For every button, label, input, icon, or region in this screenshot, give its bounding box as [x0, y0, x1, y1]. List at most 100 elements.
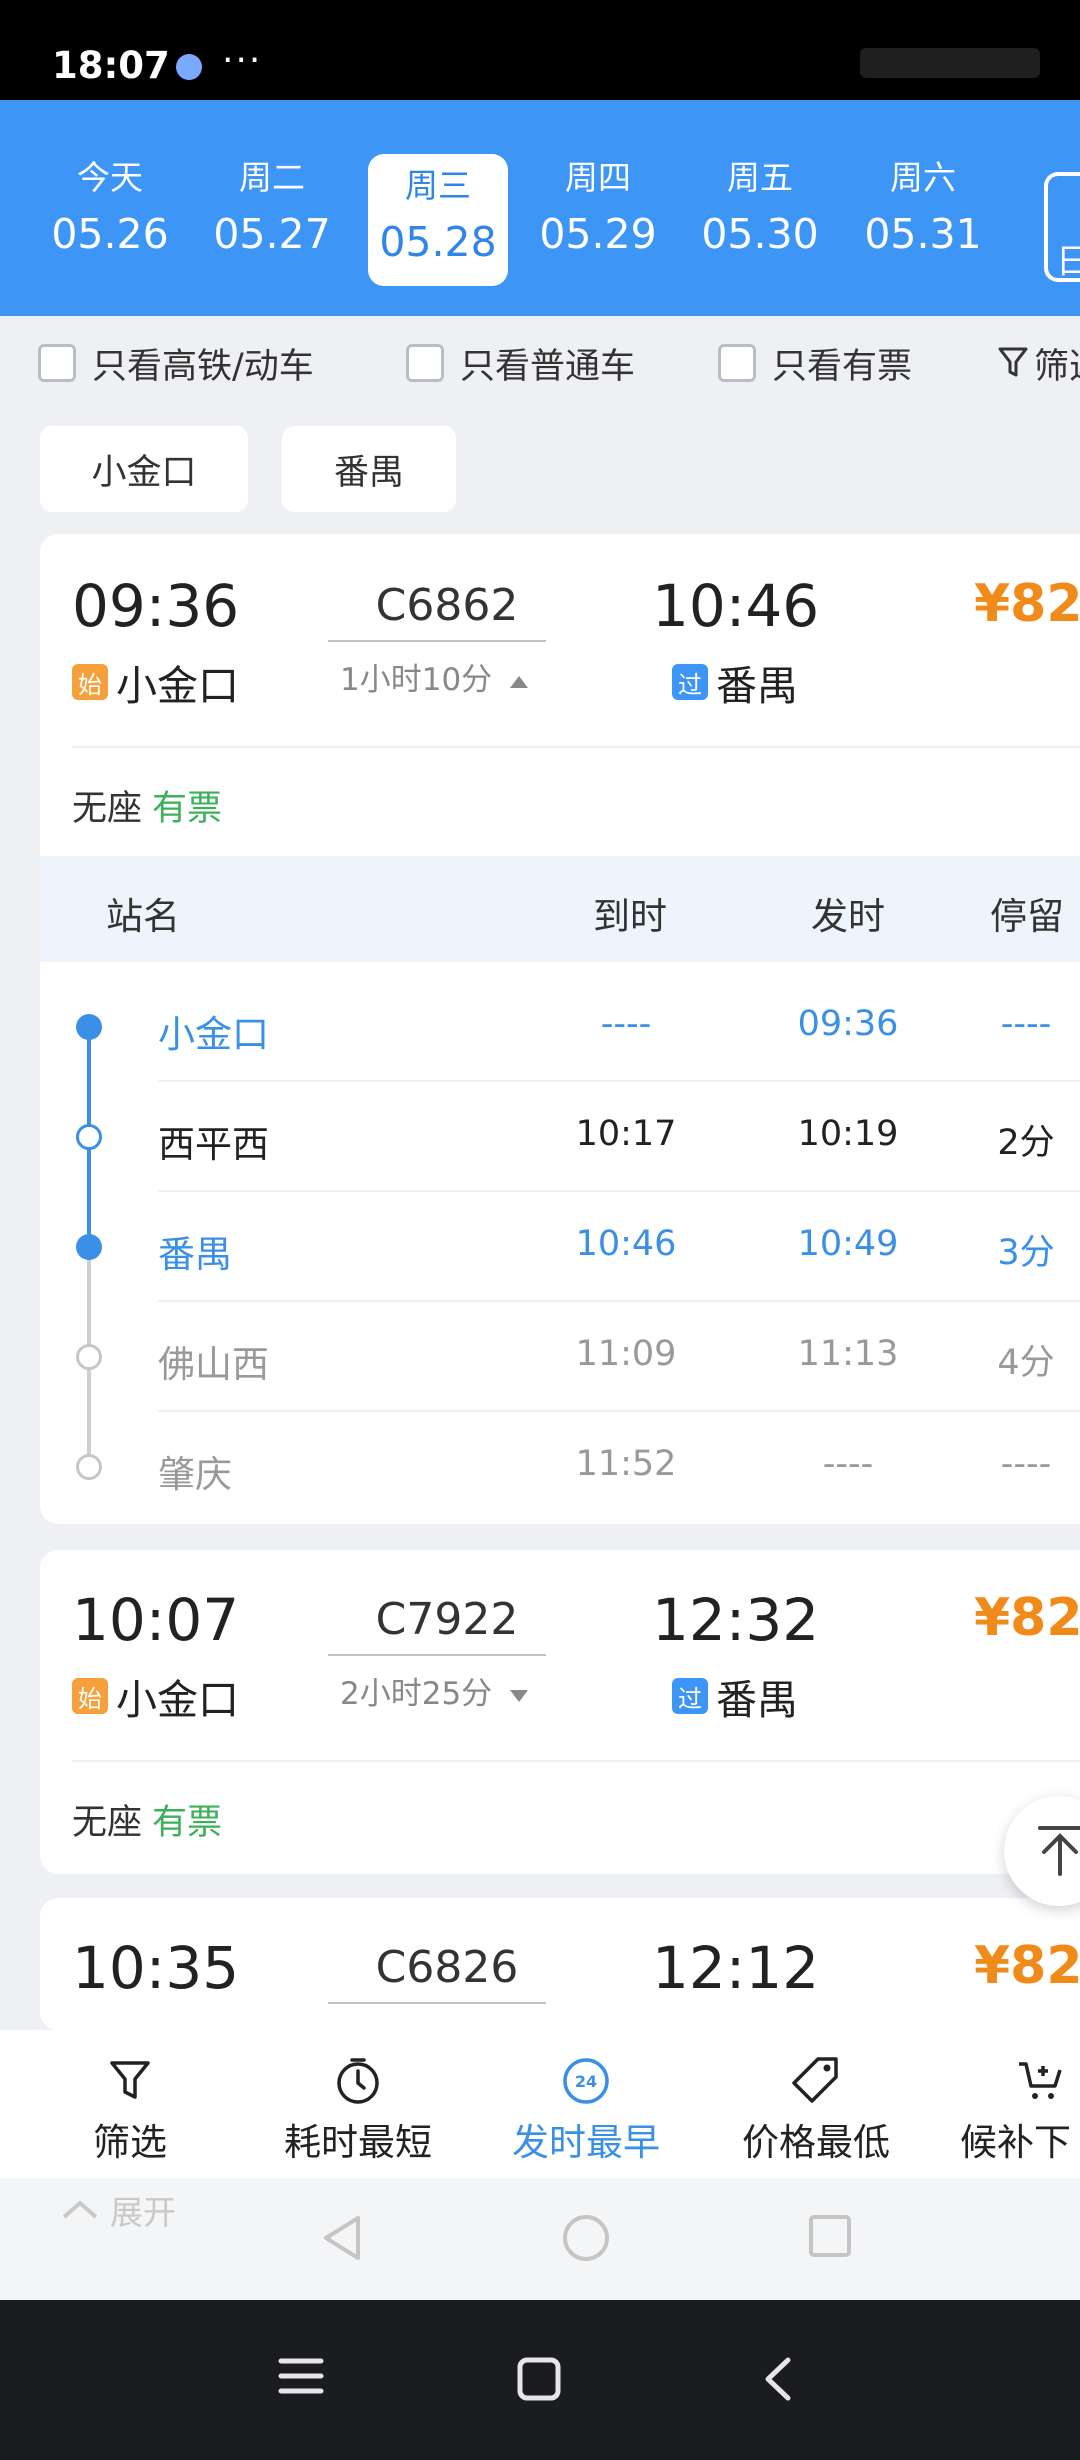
- arrive-time: 12:32: [652, 1586, 820, 1654]
- tab-label: 发时最早: [512, 2121, 660, 2164]
- station-tag-origin[interactable]: 小金口: [40, 426, 248, 512]
- status-app-icon: [176, 54, 202, 80]
- recents-square-icon[interactable]: [808, 2214, 852, 2258]
- caret-down-icon: [510, 1690, 529, 1702]
- divider: [72, 1760, 1080, 1762]
- duration-toggle[interactable]: 1小时10分: [340, 654, 560, 699]
- date-weekday: 周五: [727, 158, 793, 197]
- date-value: 05.26: [51, 210, 169, 258]
- to-station-name: 番禺: [716, 1676, 798, 1724]
- home-square-icon[interactable]: [516, 2356, 562, 2402]
- back-triangle-icon[interactable]: [320, 2214, 364, 2262]
- stop-arrive: 11:52: [575, 1444, 677, 1484]
- checkbox-label: 只看高铁/动车: [92, 346, 314, 387]
- seat-info: 无座 有票: [72, 780, 222, 831]
- checkbox-regular-train[interactable]: 只看普通车: [406, 338, 635, 388]
- checkbox-box[interactable]: [38, 344, 76, 382]
- date-item-selected[interactable]: 周三 05.28: [368, 154, 508, 286]
- date-item[interactable]: 周六 05.31: [853, 156, 993, 264]
- price-value: ¥82: [974, 1588, 1080, 1648]
- stop-depart: ----: [822, 1444, 874, 1484]
- to-station: 过 番禺: [672, 1666, 798, 1726]
- tab-waitlist[interactable]: 候补下: [960, 2050, 1080, 2166]
- route-line: [328, 1654, 546, 1656]
- train-card-expanded[interactable]: 09:36 C6862 1小时10分 10:46 ¥82起 始 小金口 过 番禺…: [40, 534, 1080, 1524]
- seat-info: 无座 有票: [72, 1794, 222, 1845]
- tab-shortest-time[interactable]: 耗时最短: [278, 2050, 438, 2166]
- status-indicators: [860, 48, 1040, 78]
- back-chevron-icon[interactable]: [762, 2356, 794, 2402]
- divider: [72, 746, 1080, 748]
- date-weekday: 周二: [239, 158, 305, 197]
- arrive-time: 10:46: [652, 572, 820, 640]
- stop-stay: ----: [1000, 1444, 1052, 1484]
- date-selector-bar: 今天 05.26 周二 05.27 周三 05.28 周四 05.29 周五 0…: [0, 100, 1080, 316]
- stop-dot: [76, 1124, 102, 1150]
- home-circle-icon[interactable]: [562, 2214, 610, 2262]
- date-weekday: 周四: [565, 158, 631, 197]
- menu-icon[interactable]: [278, 2356, 324, 2396]
- train-card[interactable]: 10:07 C7922 2小时25分 12:32 ¥82起 始 小金口 过 番禺…: [40, 1550, 1080, 1874]
- faded-overlay-bar: 展开: [0, 2178, 1080, 2300]
- date-weekday: 周三: [405, 166, 471, 205]
- checkbox-high-speed[interactable]: 只看高铁/动车: [38, 338, 314, 388]
- duration-text: 2小时25分: [340, 1676, 493, 1712]
- stop-depart: 09:36: [797, 1004, 899, 1044]
- timer-icon: [337, 2058, 379, 2104]
- tab-earliest-depart[interactable]: 24 发时最早: [506, 2050, 666, 2166]
- date-value: 05.28: [379, 218, 497, 266]
- stop-arrive: 11:09: [575, 1334, 677, 1374]
- checkbox-box[interactable]: [718, 344, 756, 382]
- from-station-name: 小金口: [116, 1676, 239, 1724]
- calendar-label: 日: [1056, 242, 1080, 282]
- calendar-button[interactable]: 日: [1044, 172, 1080, 282]
- status-more-icon: ···: [222, 40, 263, 81]
- stop-depart: 10:49: [797, 1224, 899, 1264]
- tab-lowest-price[interactable]: 价格最低: [736, 2050, 896, 2166]
- stop-name: 小金口: [158, 1013, 269, 1056]
- station-tag-destination[interactable]: 番禺: [282, 426, 456, 512]
- clock-24-text: 24: [575, 2072, 597, 2091]
- stop-arrive: 10:17: [575, 1114, 677, 1154]
- stop-dot: [76, 1454, 102, 1480]
- stop-dot: [76, 1234, 102, 1260]
- stop-name: 西平西: [158, 1123, 269, 1166]
- price-value: ¥82: [974, 1936, 1080, 1996]
- train-card[interactable]: 10:35 C6826 12:12 ¥82起: [40, 1898, 1080, 2030]
- duration-toggle[interactable]: 2小时25分: [340, 1668, 560, 1713]
- date-value: 05.27: [213, 210, 331, 258]
- depart-time: 10:35: [72, 1934, 240, 2002]
- expand-toggle[interactable]: 展开: [60, 2186, 176, 2234]
- tab-label: 价格最低: [742, 2121, 890, 2164]
- stop-row: 小金口 ---- 09:36 ----: [40, 972, 1080, 1082]
- system-nav-bar: [0, 2300, 1080, 2460]
- tab-filter[interactable]: 筛选: [50, 2050, 210, 2166]
- stop-row: 番禺 10:46 10:49 3分: [40, 1192, 1080, 1302]
- stops-table-header: 站名 到时 发时 停留: [40, 856, 1080, 962]
- col-station-name: 站名: [106, 895, 180, 938]
- date-item[interactable]: 今天 05.26: [40, 156, 180, 264]
- date-item[interactable]: 周五 05.30: [690, 156, 830, 264]
- tab-label: 筛选: [93, 2121, 167, 2164]
- seat-status: 有票: [152, 789, 223, 829]
- caret-up-icon: [510, 676, 529, 688]
- date-item[interactable]: 周二 05.27: [202, 156, 342, 264]
- tab-label: 耗时最短: [284, 2121, 432, 2164]
- route-line: [328, 640, 546, 642]
- stop-dot: [76, 1014, 102, 1040]
- checkbox-label: 只看有票: [772, 346, 913, 387]
- stop-depart: 11:13: [797, 1334, 899, 1374]
- pass-badge: 过: [672, 664, 708, 700]
- filter-link[interactable]: 筛选: [998, 338, 1080, 388]
- date-item[interactable]: 周四 05.29: [528, 156, 668, 264]
- price: ¥82起: [974, 1936, 1080, 1996]
- checkbox-box[interactable]: [406, 344, 444, 382]
- stop-name: 肇庆: [158, 1453, 232, 1496]
- price: ¥82起: [974, 574, 1080, 634]
- price-value: ¥82: [974, 574, 1080, 634]
- bottom-sort-bar: 筛选 耗时最短 24 发时最早 价格最低 候补下: [0, 2030, 1080, 2178]
- stop-row: 西平西 10:17 10:19 2分: [40, 1082, 1080, 1192]
- from-station: 始 小金口: [72, 1666, 239, 1726]
- checkbox-available[interactable]: 只看有票: [718, 338, 912, 388]
- cart-plus-icon: [1019, 2062, 1062, 2099]
